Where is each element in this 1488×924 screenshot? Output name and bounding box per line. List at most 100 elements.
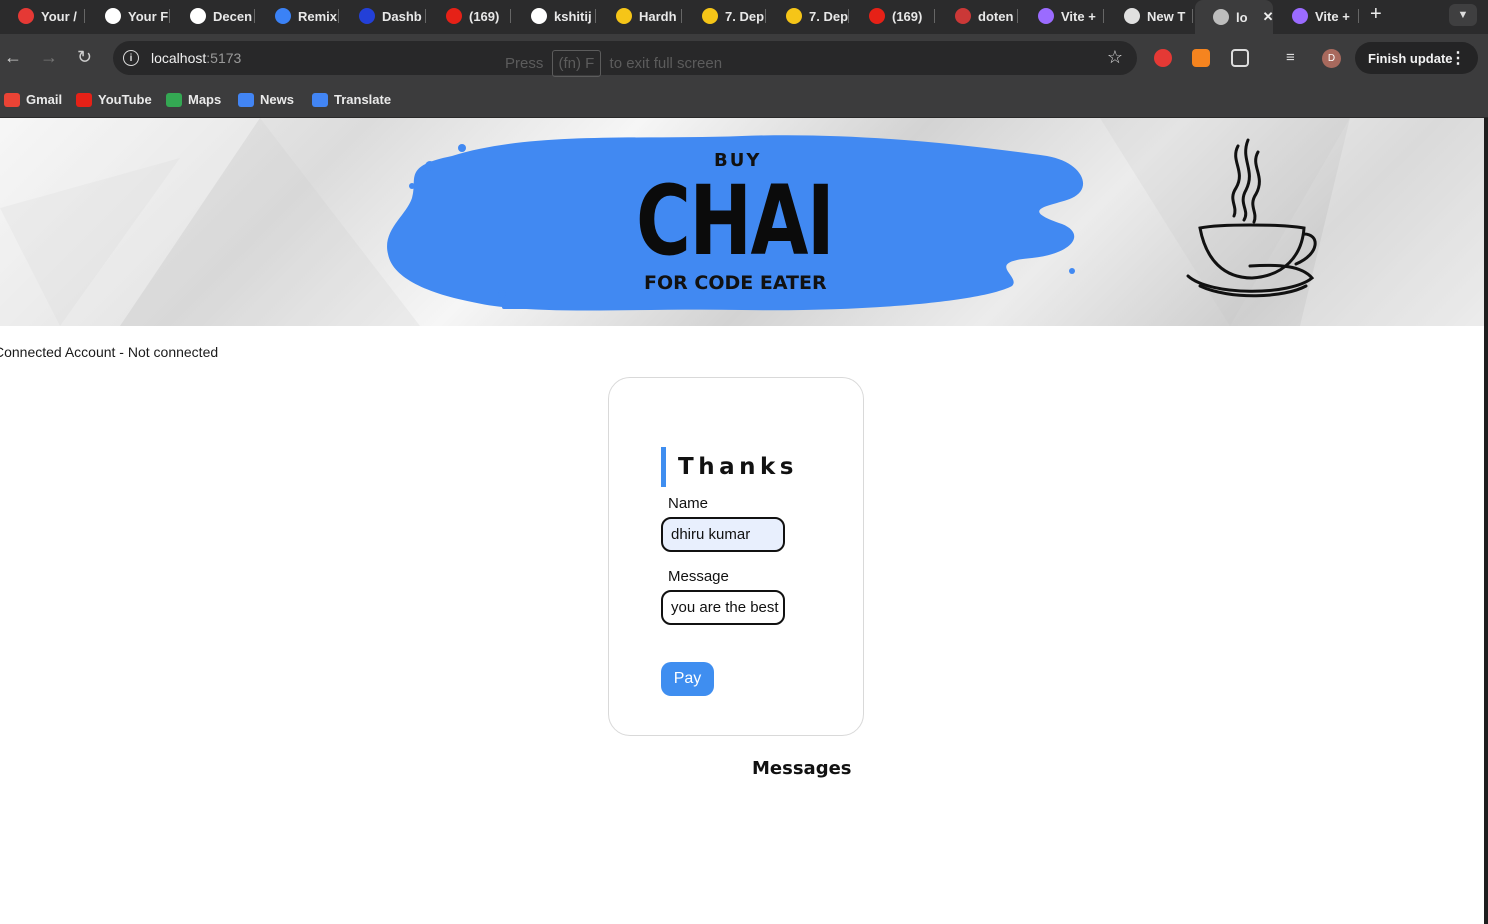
tab-divider xyxy=(595,9,596,23)
extensions-puzzle-icon[interactable] xyxy=(1231,49,1249,67)
back-button[interactable]: ← xyxy=(4,47,22,68)
reading-list-icon[interactable]: ≡ xyxy=(1286,49,1306,67)
bookmark-translate[interactable]: Translate xyxy=(312,92,391,107)
adblock-extension-icon[interactable] xyxy=(1154,49,1172,67)
browser-tab[interactable]: doten xyxy=(937,3,1018,29)
tab-label: 7. Dep xyxy=(809,8,849,24)
payment-form-card: Thanks Name Message Pay xyxy=(608,377,864,736)
close-icon[interactable]: ✕ xyxy=(1263,9,1273,25)
bookmark-label: Maps xyxy=(188,92,222,107)
browser-tab[interactable]: Dashb xyxy=(341,3,426,29)
translate-icon xyxy=(312,92,328,107)
browser-tab[interactable]: New T xyxy=(1106,3,1193,29)
browser-tab[interactable]: Remix xyxy=(257,3,339,29)
address-url[interactable]: localhost:5173 xyxy=(151,50,241,66)
finish-update-button[interactable]: Finish update ⋮ xyxy=(1355,42,1478,74)
chevron-down-icon: ▼ xyxy=(1457,9,1469,21)
profile-avatar[interactable]: D xyxy=(1322,49,1341,68)
fullscreen-hint-text-end: to exit full screen xyxy=(609,55,723,72)
tab-divider xyxy=(1103,9,1104,23)
tab-label: kshitij xyxy=(554,8,592,24)
site-info-icon[interactable]: i xyxy=(123,50,139,66)
browser-tab[interactable]: Your F xyxy=(87,3,170,29)
tab-divider xyxy=(1017,9,1018,23)
github-icon xyxy=(190,8,206,24)
arrow-right-icon: → xyxy=(40,47,58,67)
tab-label: Your F xyxy=(128,8,169,24)
tab-label: New T xyxy=(1147,8,1186,24)
messages-heading: Messages xyxy=(752,758,852,779)
browser-tab[interactable]: Vite + xyxy=(1274,3,1359,29)
tab-strip: Your / Your F Decen Remix Dashb (169) kshitij H… xyxy=(0,0,1488,34)
fullscreen-hint-text: Press xyxy=(505,55,544,72)
tab-divider xyxy=(510,9,511,23)
vite-icon xyxy=(1292,8,1308,24)
tab-divider xyxy=(848,9,849,23)
browser-tab[interactable]: Your / xyxy=(0,3,85,29)
browser-toolbar: ← → ↻ i localhost:5173 ☆ Press (fn) F to… xyxy=(0,34,1488,82)
chrome-icon xyxy=(1124,8,1140,24)
tab-divider xyxy=(169,9,170,23)
bookmark-label: YouTube xyxy=(98,92,152,107)
tab-label: (169) xyxy=(892,8,923,24)
browser-tab[interactable]: 7. Dep xyxy=(768,3,849,29)
browser-tab[interactable]: (169) xyxy=(428,3,511,29)
vite-icon xyxy=(1038,8,1054,24)
npm-icon xyxy=(955,8,971,24)
tab-label: 7. Dep xyxy=(725,8,765,24)
new-tab-button[interactable]: + xyxy=(1370,3,1382,26)
bookmark-label: News xyxy=(260,92,294,107)
tab-label: Your / xyxy=(41,8,77,24)
hardhat-icon xyxy=(786,8,802,24)
remix-icon xyxy=(275,8,291,24)
browser-tab[interactable]: lo ✕ xyxy=(1195,0,1273,34)
tab-divider xyxy=(425,9,426,23)
browser-tab[interactable]: kshitij xyxy=(513,3,596,29)
message-input[interactable] xyxy=(661,590,785,625)
reload-button[interactable]: ↻ xyxy=(77,47,92,68)
bookmark-label: Gmail xyxy=(26,92,63,107)
browser-tab[interactable]: Hardh xyxy=(598,3,682,29)
tab-divider xyxy=(1358,9,1359,23)
tab-divider xyxy=(765,9,766,23)
browser-tab[interactable]: Vite + xyxy=(1020,3,1104,29)
forward-button[interactable]: → xyxy=(40,47,58,68)
bookmark-gmail[interactable]: Gmail xyxy=(4,92,62,107)
tab-label: Remix xyxy=(298,8,338,24)
tab-divider xyxy=(1192,9,1193,23)
youtube-icon xyxy=(76,92,92,107)
bookmark-label: Translate xyxy=(334,92,392,107)
more-menu-icon[interactable]: ⋮ xyxy=(1450,48,1466,68)
message-label: Message xyxy=(668,568,729,585)
github-icon xyxy=(531,8,547,24)
browser-tab[interactable]: Decen xyxy=(172,3,255,29)
tab-label: Vite + xyxy=(1061,8,1096,24)
pay-button[interactable]: Pay xyxy=(661,662,714,696)
finish-update-label: Finish update xyxy=(1368,50,1453,66)
name-input[interactable] xyxy=(661,517,785,552)
browser-tab[interactable]: 7. Dep xyxy=(684,3,766,29)
bookmarks-bar: Gmail YouTube Maps News Translate xyxy=(0,82,1488,118)
header-banner: BUY CHAI FOR CODE EATER xyxy=(0,118,1488,326)
connected-account-status: Connected Account - Not connected xyxy=(0,344,219,360)
metamask-extension-icon[interactable] xyxy=(1192,49,1210,67)
tab-search-button[interactable]: ▼ xyxy=(1449,4,1477,26)
tab-label: Dashb xyxy=(382,8,422,24)
fullscreen-hint-key: (fn) F xyxy=(551,50,602,77)
bookmark-news[interactable]: News xyxy=(238,92,294,107)
bookmark-youtube[interactable]: YouTube xyxy=(76,92,152,107)
youtube-icon xyxy=(446,8,462,24)
hardhat-icon xyxy=(702,8,718,24)
bookmark-star-icon[interactable]: ☆ xyxy=(1107,47,1123,68)
shield-icon xyxy=(18,8,34,24)
tab-divider xyxy=(681,9,682,23)
arrow-left-icon: ← xyxy=(4,47,22,67)
tab-label: Decen xyxy=(213,8,253,24)
banner-chai-text: CHAI xyxy=(636,165,835,277)
globe-icon xyxy=(1213,9,1229,25)
browser-tab[interactable]: (169) xyxy=(851,3,935,29)
maps-icon xyxy=(166,92,182,107)
bookmark-maps[interactable]: Maps xyxy=(166,92,221,107)
banner-subtitle: FOR CODE EATER xyxy=(644,272,827,294)
name-label: Name xyxy=(668,495,709,512)
